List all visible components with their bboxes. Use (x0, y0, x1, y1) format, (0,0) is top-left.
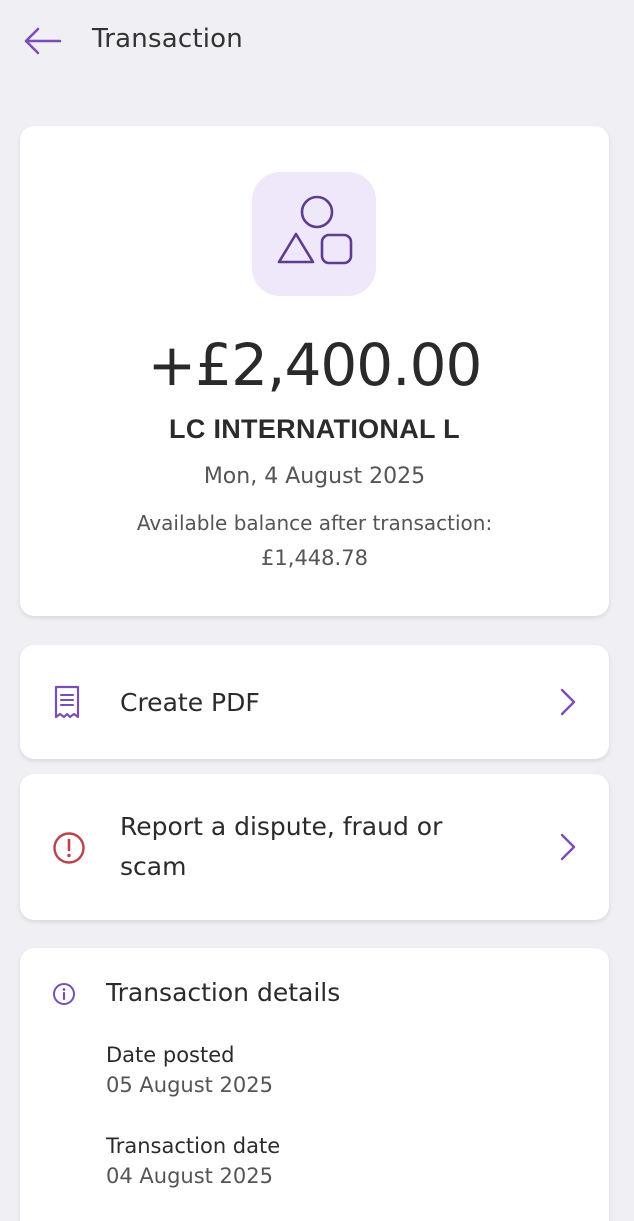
create-pdf-label: Create PDF (120, 688, 260, 717)
transaction-details-card: Transaction details Date posted 05 Augus… (20, 948, 609, 1221)
chevron-right-icon (560, 833, 576, 861)
back-button[interactable] (22, 24, 62, 58)
merchant-icon-tile (252, 172, 376, 296)
alert-circle-icon (52, 831, 86, 865)
report-dispute-label-line1: Report a dispute, fraud or (120, 812, 443, 841)
report-dispute-button[interactable]: Report a dispute, fraud or scam (20, 774, 609, 920)
chevron-right-icon (560, 688, 576, 716)
arrow-left-icon (24, 27, 62, 55)
transaction-amount: +£2,400.00 (147, 331, 483, 399)
receipt-icon (52, 685, 82, 719)
shapes-icon (277, 195, 353, 265)
report-dispute-label-line2: scam (120, 852, 187, 881)
date-posted-value: 05 August 2025 (106, 1073, 274, 1097)
date-posted-label: Date posted (106, 1043, 235, 1067)
top-bar: Transaction (0, 0, 634, 84)
info-icon (53, 983, 75, 1005)
balance-label: Available balance after transaction: (136, 511, 493, 535)
transaction-summary-card: +£2,400.00 LC INTERNATIONAL L Mon, 4 Aug… (20, 126, 609, 616)
create-pdf-button[interactable]: Create PDF (20, 645, 609, 759)
details-title: Transaction details (106, 978, 341, 1007)
balance-value: £1,448.78 (261, 546, 368, 570)
report-dispute-label: Report a dispute, fraud or scam (120, 807, 442, 887)
transaction-date-label: Transaction date (106, 1134, 281, 1158)
transaction-date: Mon, 4 August 2025 (203, 464, 426, 489)
page-title: Transaction (92, 24, 243, 54)
transaction-date-value: 04 August 2025 (106, 1164, 274, 1188)
merchant-name: LC INTERNATIONAL L (169, 414, 460, 444)
